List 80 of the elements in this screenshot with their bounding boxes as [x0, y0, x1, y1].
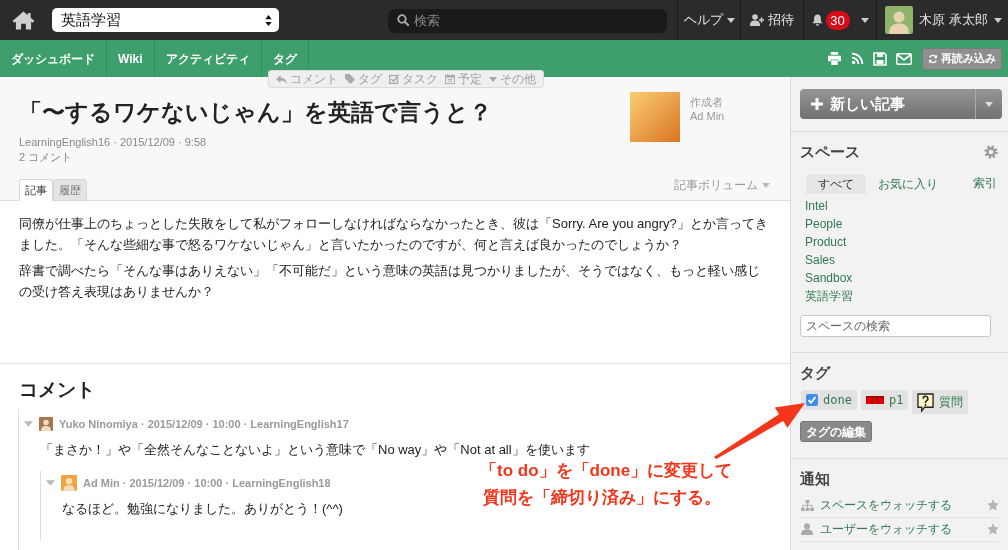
space-link[interactable]: People: [805, 215, 843, 233]
search-icon: [397, 14, 409, 26]
avatar-icon: [39, 417, 53, 431]
caret-icon[interactable]: [24, 421, 33, 427]
star-icon[interactable]: [987, 499, 999, 511]
search-field[interactable]: 検索: [388, 8, 667, 33]
tag[interactable]: p1: [860, 390, 909, 410]
avatar-icon: [61, 475, 77, 491]
priority-bar-icon: [865, 396, 884, 404]
notifications-heading: 通知: [800, 468, 831, 489]
select-arrows-icon: [265, 14, 272, 26]
space-select[interactable]: 英語学習: [52, 8, 279, 32]
save-icon[interactable]: [873, 51, 887, 66]
volume-menu[interactable]: 記事ボリューム: [674, 176, 770, 194]
caret-icon: [726, 17, 735, 23]
article-tab[interactable]: 履歴: [53, 179, 87, 201]
comment-count[interactable]: 2 コメント: [19, 150, 73, 165]
settings-icon[interactable]: [984, 145, 998, 159]
toolbar-link[interactable]: 予定: [445, 72, 482, 86]
comment-meta: Yuko Ninomiya · 2015/12/09 · 10:00 · LearningEnglish17: [59, 416, 349, 432]
space-filter-tab[interactable]: すべて: [806, 174, 866, 194]
avatar-icon: [885, 6, 913, 34]
space-link[interactable]: Sandbox: [805, 269, 853, 287]
user-icon: [801, 523, 813, 535]
sitemap-icon: [800, 499, 814, 511]
edit-tags-button[interactable]: タグの編集: [800, 421, 872, 442]
add-user-icon: [750, 14, 764, 26]
reload-button[interactable]: 再読み込み: [922, 47, 1002, 70]
article-title: 「〜するワケないじゃん」を英語で言うと？: [19, 98, 492, 127]
space-search-field[interactable]: スペースの検索: [800, 315, 991, 337]
toolbar-link[interactable]: その他: [489, 72, 536, 86]
tag-icon: [345, 74, 355, 84]
space-link[interactable]: Sales: [805, 251, 836, 269]
comments-heading: コメント: [18, 378, 95, 402]
watch-link[interactable]: ユーザーをウォッチする: [820, 520, 952, 538]
refresh-icon: [928, 53, 938, 64]
tag[interactable]: 質問: [912, 390, 969, 414]
article-tab[interactable]: 記事: [19, 179, 53, 201]
new-article-button[interactable]: 新しい記事: [800, 89, 975, 119]
comment-text: 「まさか！」や「全然そんなことないよ」という意味で「No way」や「Not at all」を使います: [40, 441, 590, 459]
space-link[interactable]: 英語学習: [805, 287, 853, 305]
reply-arrow-icon: [276, 74, 287, 84]
caret-icon: [993, 17, 1002, 23]
caret-icon: [860, 17, 869, 23]
toolbar-link[interactable]: タグ: [345, 72, 382, 86]
annotation-text: 質問を「締切り済み」にする。: [483, 487, 721, 509]
article-paragraph: 同僚が仕事上のちょっとした失敗をして私がフォローしなければならなかったとき、彼は「Sorry. Are you angry?」とか言ってきました。「そんな些細な事で怒るワケないじゃん」と言いたかったのですが、何と言えば良かったのでしょうか？: [19, 215, 769, 254]
comment-text: なるほど。勉強になりました。ありがとう！(^^): [62, 500, 343, 518]
mail-icon[interactable]: [896, 52, 912, 65]
article-meta: LearningEnglish16 · 2015/12/09 · 9:58: [19, 135, 207, 150]
question-icon: [917, 392, 935, 412]
caret-icon: [762, 182, 770, 188]
author-label: 作成者: [690, 95, 724, 109]
checkbox-icon: [389, 74, 399, 84]
index-link[interactable]: 索引: [973, 174, 997, 192]
spaces-heading: スペース: [800, 142, 860, 162]
comment-meta: Ad Min · 2015/12/09 · 10:00 · LearningEnglish18: [83, 475, 331, 491]
plus-icon: [811, 98, 823, 110]
checkbox-icon: [806, 394, 818, 406]
annotation-text: 「to do」を「done」に変更して: [480, 460, 733, 482]
calendar-icon: [445, 74, 455, 84]
watch-link[interactable]: スペースをウォッチする: [820, 496, 952, 514]
caret-icon: [985, 101, 993, 107]
author-name[interactable]: Ad Min: [690, 109, 725, 123]
print-icon[interactable]: [827, 52, 842, 65]
tags-heading: タグ: [800, 363, 832, 383]
space-link[interactable]: Intel: [805, 197, 828, 215]
photo-placeholder: [630, 92, 680, 142]
caret-icon[interactable]: [46, 480, 55, 486]
space-filter-tab[interactable]: お気に入り: [866, 174, 950, 194]
bell-icon: [811, 14, 823, 26]
toolbar-link[interactable]: タスク: [389, 72, 438, 86]
space-link[interactable]: Product: [805, 233, 847, 251]
rss-icon[interactable]: [851, 52, 864, 65]
star-icon[interactable]: [987, 523, 999, 535]
tag[interactable]: done: [801, 390, 857, 410]
article-paragraph: 辞書で調べたら「そんな事はありえない」「不可能だ」という意味の英語は見つかりましたが、そうではなく、もっと軽い感じの受け答え表現はありませんか？: [19, 262, 761, 301]
dropdown-button[interactable]: [975, 89, 1002, 119]
home-icon: [11, 10, 35, 30]
notification-count: 30: [825, 10, 850, 30]
